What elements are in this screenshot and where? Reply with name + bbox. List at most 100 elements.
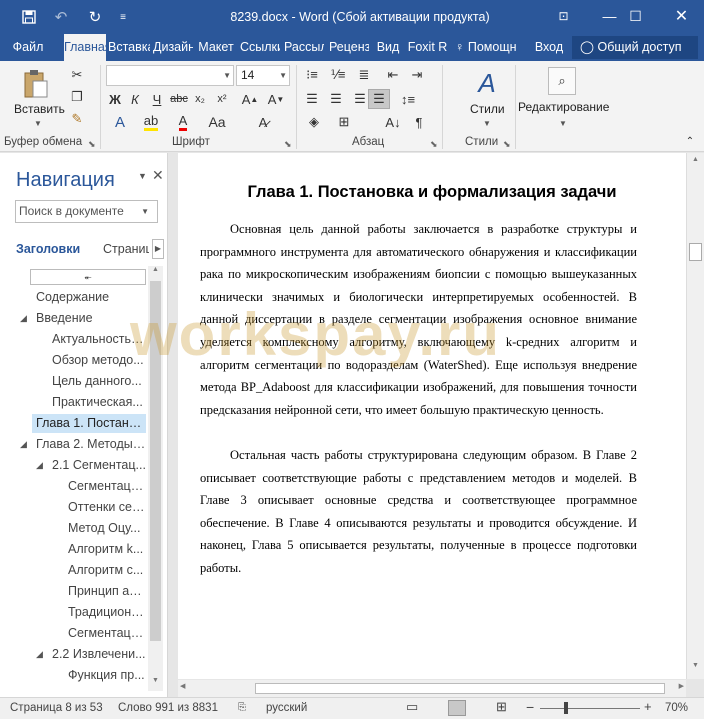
- font-name-input[interactable]: ▼: [106, 65, 234, 86]
- dialog-launcher-icon[interactable]: ⬊: [88, 139, 96, 150]
- web-layout-icon[interactable]: ⊞: [496, 699, 507, 715]
- nav-heading-item[interactable]: Алгоритм k...: [64, 540, 146, 559]
- tab-insert[interactable]: Вставка: [108, 34, 150, 61]
- search-icon[interactable]: ⌕: [548, 67, 576, 95]
- tab-design[interactable]: Дизайн: [153, 34, 193, 61]
- chevron-right-icon[interactable]: ▶: [152, 239, 164, 259]
- format-painter-icon[interactable]: ✎: [66, 109, 88, 129]
- nav-heading-item[interactable]: Традиционн...: [64, 603, 146, 622]
- scroll-down-icon[interactable]: ▼: [687, 662, 704, 676]
- paragraph[interactable]: Остальная часть работы структурирована с…: [200, 444, 637, 580]
- close-icon[interactable]: ✕: [659, 0, 704, 32]
- paragraph[interactable]: Основная цель данной работы заключается …: [200, 218, 637, 421]
- tab-home[interactable]: Главная: [64, 34, 106, 61]
- nav-heading-item[interactable]: Содержание: [32, 288, 146, 307]
- dialog-launcher-icon[interactable]: ⬊: [284, 139, 292, 150]
- pilcrow-icon[interactable]: ¶: [408, 112, 430, 132]
- increase-indent-icon[interactable]: ⇥: [406, 65, 428, 85]
- nav-heading-item[interactable]: Практическая...: [48, 393, 146, 412]
- align-center-icon[interactable]: ☰: [325, 89, 347, 109]
- styles-label[interactable]: Стили: [470, 102, 505, 116]
- scroll-thumb[interactable]: [689, 243, 702, 261]
- tab-references[interactable]: Ссылки: [240, 34, 280, 61]
- bullets-icon[interactable]: ⁝≡: [301, 65, 323, 85]
- italic-button[interactable]: К: [126, 89, 144, 109]
- page-counter[interactable]: Страница 8 из 53: [10, 702, 103, 714]
- expand-toggle-icon[interactable]: ◢: [36, 460, 43, 471]
- tab-file[interactable]: Файл: [8, 34, 48, 61]
- zoom-out-icon[interactable]: −: [526, 699, 534, 715]
- font-color-icon[interactable]: A: [170, 112, 196, 132]
- print-layout-icon[interactable]: [448, 700, 466, 716]
- shading-icon[interactable]: ◈: [301, 112, 327, 132]
- zoom-slider-thumb[interactable]: [564, 702, 568, 714]
- nav-heading-item[interactable]: 2.2 Извлечени...: [48, 645, 146, 664]
- zoom-level[interactable]: 70%: [665, 702, 688, 714]
- ribbon-display-icon[interactable]: ⊡: [541, 0, 586, 32]
- tab-review[interactable]: Рецензирование: [329, 34, 369, 61]
- tab-pages[interactable]: Страниц: [103, 242, 149, 256]
- line-spacing-icon[interactable]: ↕≡: [395, 89, 421, 109]
- document-area[interactable]: Глава 1. Постановка и формализация задач…: [169, 153, 686, 679]
- chevron-down-icon[interactable]: ▼: [559, 119, 567, 128]
- share-button[interactable]: ◯ Общий доступ: [572, 36, 698, 59]
- proofing-icon[interactable]: ⎘: [238, 702, 246, 713]
- bold-button[interactable]: Ж: [106, 89, 124, 109]
- chapter-heading[interactable]: Глава 1. Постановка и формализация задач…: [178, 183, 686, 202]
- multilevel-list-icon[interactable]: ≣: [353, 65, 375, 85]
- text-effects-icon[interactable]: A: [108, 112, 132, 132]
- tab-layout[interactable]: Макет: [196, 34, 236, 61]
- search-input[interactable]: Поиск в документе ▼: [15, 200, 158, 223]
- tab-foxit[interactable]: Foxit R: [405, 34, 450, 61]
- scroll-right-icon[interactable]: ▶: [679, 682, 684, 690]
- shrink-font-icon[interactable]: A ▼: [264, 89, 288, 109]
- borders-icon[interactable]: ⊞: [331, 112, 357, 132]
- paste-label[interactable]: Вставить: [14, 102, 65, 116]
- cut-icon[interactable]: ✂: [66, 65, 88, 85]
- scroll-up-icon[interactable]: ▲: [148, 266, 163, 280]
- copy-icon[interactable]: ❐: [66, 87, 88, 107]
- dialog-launcher-icon[interactable]: ⬊: [430, 139, 438, 150]
- undo-icon[interactable]: ↶: [50, 6, 72, 28]
- scroll-thumb[interactable]: [150, 281, 161, 641]
- subscript-icon[interactable]: x₂: [190, 89, 210, 109]
- highlight-icon[interactable]: ab: [138, 112, 164, 132]
- grow-font-icon[interactable]: A ▲: [238, 89, 262, 109]
- nav-heading-item[interactable]: Метод Оцу...: [64, 519, 146, 538]
- save-icon[interactable]: [18, 6, 40, 28]
- tab-view[interactable]: Вид: [374, 34, 402, 61]
- collapse-all-icon[interactable]: ⯬: [30, 269, 146, 285]
- customize-icon[interactable]: ≡: [112, 6, 134, 28]
- horizontal-scrollbar[interactable]: ◀ ▶: [178, 680, 686, 697]
- underline-button[interactable]: Ч: [146, 89, 168, 109]
- nav-scrollbar[interactable]: ▲ ▼: [148, 266, 163, 691]
- font-size-input[interactable]: 14 ▼: [236, 65, 290, 86]
- expand-toggle-icon[interactable]: ◢: [20, 313, 27, 324]
- change-case-icon[interactable]: Aa: [206, 112, 228, 132]
- chevron-down-icon[interactable]: ▼: [138, 171, 147, 181]
- redo-icon[interactable]: ↻: [84, 6, 106, 28]
- zoom-in-icon[interactable]: +: [644, 699, 652, 714]
- focus-mode-icon[interactable]: ▭: [406, 699, 418, 715]
- maximize-icon[interactable]: ☐: [613, 0, 658, 32]
- document-page[interactable]: Глава 1. Постановка и формализация задач…: [178, 153, 686, 679]
- language-indicator[interactable]: русский: [266, 702, 307, 714]
- nav-heading-item[interactable]: Функция пр...: [64, 666, 146, 685]
- superscript-icon[interactable]: x²: [212, 89, 232, 109]
- document-scrollbar[interactable]: ▲ ▼: [686, 153, 704, 679]
- align-left-icon[interactable]: ☰: [301, 89, 323, 109]
- expand-toggle-icon[interactable]: ◢: [36, 649, 43, 660]
- scroll-up-icon[interactable]: ▲: [687, 156, 704, 170]
- numbering-icon[interactable]: ⅟≡: [327, 65, 349, 85]
- dialog-launcher-icon[interactable]: ⬊: [503, 139, 511, 150]
- tab-headings[interactable]: Заголовки: [16, 242, 80, 256]
- chevron-down-icon[interactable]: ▼: [34, 119, 42, 128]
- sort-icon[interactable]: A↓: [382, 112, 404, 132]
- nav-heading-item[interactable]: Введение: [32, 309, 146, 328]
- decrease-indent-icon[interactable]: ⇤: [382, 65, 404, 85]
- nav-heading-item[interactable]: 2.1 Сегментац...: [48, 456, 146, 475]
- nav-heading-item[interactable]: Глава 2. Методы а...: [32, 435, 146, 454]
- nav-heading-item[interactable]: Цель данного...: [48, 372, 146, 391]
- paste-icon[interactable]: [12, 65, 60, 103]
- tell-me-box[interactable]: ♀ Помощн: [455, 34, 527, 61]
